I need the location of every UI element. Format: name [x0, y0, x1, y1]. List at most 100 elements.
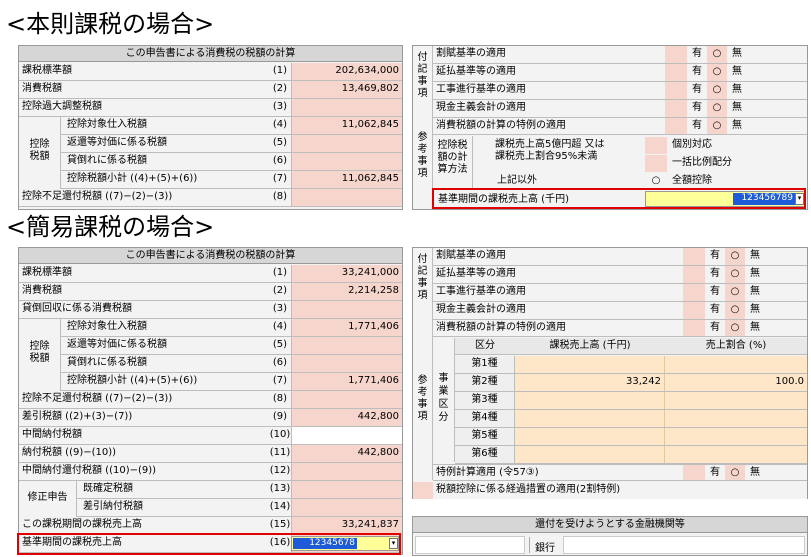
row-value-input[interactable]: 1,771,406 [291, 319, 402, 336]
keika-input[interactable] [413, 482, 433, 499]
radio-circle[interactable]: ○ [707, 118, 727, 134]
no-label: 無 [750, 268, 760, 279]
jigyo-uriage-input[interactable] [515, 410, 665, 427]
fuki-label: 工事進行基準の適用 [436, 84, 526, 95]
row-value-input[interactable] [291, 135, 402, 152]
row-value-input[interactable]: 13,469,802 [291, 81, 402, 98]
radio-circle[interactable]: ○ [725, 266, 745, 283]
tokurei-keisan-label: 特例計算適用 (令57③) [436, 467, 539, 478]
keisan-hoho-label: 控除税 額の計 算方法 [433, 136, 473, 188]
fuki-input[interactable] [683, 284, 705, 301]
row-value-input[interactable] [291, 337, 402, 354]
fuki-input[interactable] [665, 100, 687, 117]
radio-circle[interactable]: ○ [707, 82, 727, 99]
tokurei-row: 消費税額の計算の特例の適用 有 ○ 無 [433, 118, 807, 135]
fuki-input[interactable] [683, 302, 705, 319]
row-value-input[interactable]: 11,062,845 [291, 171, 402, 188]
jigyo-header: 区分 課税売上高 (千円) 売上割合 (%) [455, 338, 807, 355]
row-label: 控除税額小計 ((4)+(5)+(6)) [67, 173, 198, 184]
tokurei-keisan-input[interactable] [683, 465, 705, 480]
calc-row: 課税標準額 (1) 33,241,000 [19, 265, 402, 283]
fuki-panel-kani: 付 記 事 項 割賦基準の適用有 ○ 無延払基準等の適用有 ○ 無工事進行基準の適用有 ○… [412, 247, 808, 499]
row-value-input[interactable] [291, 189, 402, 206]
calc-row: 貸倒れに係る税額 (6) [19, 355, 402, 373]
highlight-kijun-bottom [17, 533, 401, 555]
branch-input[interactable] [563, 536, 805, 554]
jigyo-uriage-input[interactable] [515, 446, 665, 463]
jigyo-kubun-label: 事 業 区 分 [433, 338, 455, 462]
kobetsu-input[interactable] [645, 137, 667, 154]
keisan-condition-label: 課税売上高5億円超 又は 課税売上割合95%未満 [495, 139, 605, 162]
keika-row: 税額控除に係る経過措置の適用(2割特例) [413, 482, 807, 499]
row-number: (3) [272, 101, 288, 112]
fuki-row: 延払基準等の適用 有 ○ 無 [433, 266, 807, 284]
row-value-input[interactable] [291, 391, 402, 408]
row-value-input[interactable]: 1,771,406 [291, 373, 402, 390]
radio-circle[interactable]: ○ [725, 320, 745, 336]
row-value-input[interactable]: 33,241,837 [291, 517, 402, 534]
radio-circle[interactable]: ○ [707, 64, 727, 81]
ikkatsu-input[interactable] [645, 155, 667, 172]
calc-row: 納付税額 ((9)−(10)) (11) 442,800 [19, 445, 402, 463]
radio-circle[interactable]: ○ [725, 248, 745, 265]
row-number: (2) [272, 285, 288, 296]
heading-honsoku: <本則課税の場合> [6, 10, 215, 38]
calc-row: 返還等対価に係る税額 (5) [19, 337, 402, 355]
jigyo-uriage-input[interactable]: 33,242 [515, 374, 665, 391]
jigyo-type-label: 第3種 [455, 392, 515, 409]
calc-row: 控除対象仕入税額 (4) 11,062,845 [19, 117, 402, 135]
fuki-input[interactable] [665, 82, 687, 99]
row-value-input[interactable] [291, 499, 402, 516]
row-value-input[interactable]: 442,800 [291, 409, 402, 426]
jigyo-uriage-input[interactable] [515, 428, 665, 445]
fuki-input[interactable] [683, 248, 705, 265]
row-number: (1) [272, 65, 288, 76]
calc-row: 消費税額 (2) 13,469,802 [19, 81, 402, 99]
row-value-input[interactable] [291, 99, 402, 116]
radio-circle[interactable]: ○ [707, 100, 727, 117]
fuki-input[interactable] [665, 46, 687, 63]
tokurei-input[interactable] [665, 118, 687, 134]
tokurei-label: 消費税額の計算の特例の適用 [436, 120, 566, 131]
row-value-input[interactable]: 2,214,258 [291, 283, 402, 300]
zengaku-radio[interactable]: ○ [645, 173, 667, 189]
row-value-input[interactable] [291, 481, 402, 498]
jigyo-row: 第3種 [455, 392, 807, 410]
row-value-input[interactable] [291, 427, 402, 444]
row-value-input[interactable]: 33,241,000 [291, 265, 402, 282]
row-value-input[interactable] [291, 355, 402, 372]
row-value-input[interactable]: 11,062,845 [291, 117, 402, 134]
radio-circle[interactable]: ○ [725, 465, 745, 480]
jigyo-uriage-input[interactable] [515, 392, 665, 409]
row-number: (5) [272, 137, 288, 148]
tokurei-input[interactable] [683, 320, 705, 336]
row-label: 控除過大調整税額 [22, 101, 102, 112]
fuki-input[interactable] [683, 266, 705, 283]
row-value-input[interactable]: 202,634,000 [291, 63, 402, 80]
row-label: 貸倒回収に係る消費税額 [22, 303, 132, 314]
fuki-vertical-label: 付 記 事 項 [413, 46, 433, 118]
row-value-input[interactable] [291, 301, 402, 318]
fuki-label: 現金主義会計の適用 [436, 304, 526, 315]
radio-circle[interactable]: ○ [725, 284, 745, 301]
row-label: 課税標準額 [22, 267, 72, 278]
no-label: 無 [750, 467, 760, 478]
row-label: この課税期間の課税売上高 [22, 519, 142, 530]
tokurei-row: 消費税額の計算の特例の適用 有 ○ 無 [433, 320, 807, 337]
yes-label: 有 [692, 102, 702, 113]
row-value-input[interactable]: 442,800 [291, 445, 402, 462]
row-value-input[interactable] [291, 153, 402, 170]
jigyo-uriage-input[interactable] [515, 356, 665, 373]
bank-name-input[interactable] [415, 536, 525, 554]
no-label: 無 [750, 286, 760, 297]
jigyo-wariai-value [665, 392, 807, 409]
row-label: 貸倒れに係る税額 [67, 357, 147, 368]
fuki-input[interactable] [665, 64, 687, 81]
calc-row: 差引税額 ((2)+(3)−(7)) (9) 442,800 [19, 409, 402, 427]
row-value-input[interactable] [291, 463, 402, 480]
radio-circle[interactable]: ○ [725, 302, 745, 319]
calc-row: 返還等対価に係る税額 (5) [19, 135, 402, 153]
jigyo-row: 第1種 [455, 356, 807, 374]
radio-circle[interactable]: ○ [707, 46, 727, 63]
no-label: 無 [732, 84, 742, 95]
